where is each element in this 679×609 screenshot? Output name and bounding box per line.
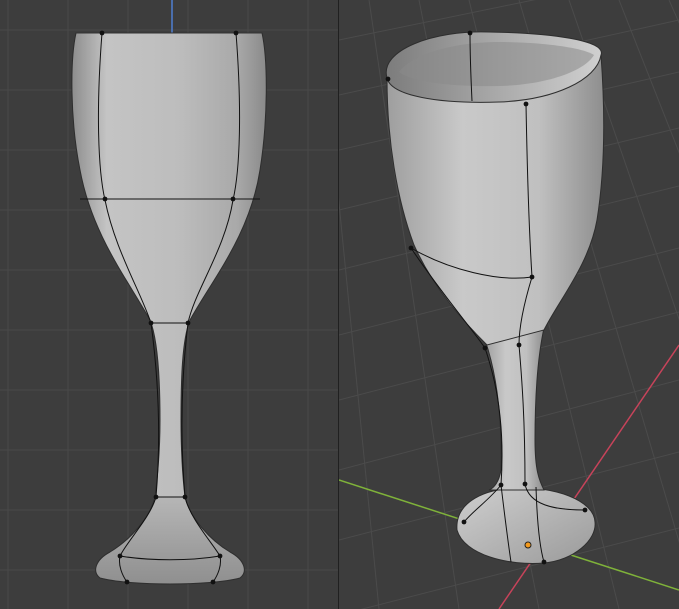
- perspective-viewport-canvas[interactable]: [339, 0, 679, 609]
- front-viewport[interactable]: [0, 0, 338, 609]
- perspective-viewport[interactable]: [339, 0, 679, 609]
- origin-point-icon[interactable]: [524, 541, 532, 549]
- front-viewport-canvas[interactable]: [0, 0, 338, 609]
